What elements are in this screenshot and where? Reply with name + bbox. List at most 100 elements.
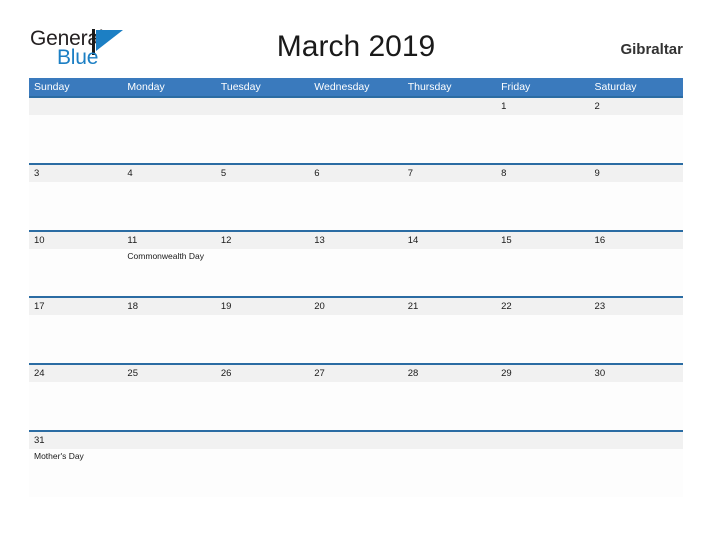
day-cell[interactable] — [309, 182, 402, 230]
day-cell[interactable] — [216, 115, 309, 163]
day-number[interactable]: 6 — [309, 165, 402, 182]
day-cell[interactable] — [216, 382, 309, 430]
day-number[interactable]: 16 — [590, 232, 683, 249]
day-cell[interactable] — [122, 315, 215, 363]
weekday-header-row: Sunday Monday Tuesday Wednesday Thursday… — [29, 78, 683, 96]
day-cell[interactable] — [590, 182, 683, 230]
day-cell[interactable] — [590, 249, 683, 297]
day-number[interactable] — [403, 98, 496, 115]
day-number[interactable]: 4 — [122, 165, 215, 182]
day-cell[interactable] — [29, 249, 122, 297]
day-cell[interactable] — [403, 382, 496, 430]
week-event-band — [29, 315, 683, 364]
day-cell[interactable]: Commonwealth Day — [122, 249, 215, 297]
day-number[interactable]: 28 — [403, 365, 496, 382]
day-number[interactable]: 9 — [590, 165, 683, 182]
day-cell[interactable] — [29, 182, 122, 230]
week-date-band: 10 11 12 13 14 15 16 — [29, 231, 683, 249]
day-cell[interactable] — [496, 115, 589, 163]
day-cell[interactable] — [216, 249, 309, 297]
day-number[interactable]: 22 — [496, 298, 589, 315]
day-cell[interactable] — [29, 382, 122, 430]
day-number[interactable]: 24 — [29, 365, 122, 382]
day-cell[interactable] — [122, 382, 215, 430]
week-row: 1 2 — [29, 96, 683, 163]
day-cell[interactable] — [590, 315, 683, 363]
day-number[interactable]: 14 — [403, 232, 496, 249]
day-cell[interactable] — [403, 249, 496, 297]
day-number[interactable]: 12 — [216, 232, 309, 249]
day-number[interactable]: 1 — [496, 98, 589, 115]
day-number[interactable]: 15 — [496, 232, 589, 249]
day-number[interactable]: 23 — [590, 298, 683, 315]
day-number[interactable]: 17 — [29, 298, 122, 315]
day-cell[interactable] — [590, 449, 683, 497]
day-cell[interactable] — [403, 115, 496, 163]
day-number[interactable]: 11 — [122, 232, 215, 249]
day-cell[interactable] — [122, 449, 215, 497]
day-number[interactable]: 19 — [216, 298, 309, 315]
day-cell[interactable] — [309, 449, 402, 497]
day-cell[interactable] — [496, 249, 589, 297]
week-row: 3 4 5 6 7 8 9 — [29, 162, 683, 230]
day-cell[interactable] — [590, 382, 683, 430]
day-number[interactable] — [122, 432, 215, 449]
day-number[interactable] — [29, 98, 122, 115]
day-number[interactable]: 29 — [496, 365, 589, 382]
day-number[interactable] — [309, 432, 402, 449]
day-number[interactable] — [403, 432, 496, 449]
locale-label: Gibraltar — [620, 41, 683, 58]
day-number[interactable]: 27 — [309, 365, 402, 382]
day-number[interactable]: 5 — [216, 165, 309, 182]
day-cell[interactable] — [309, 115, 402, 163]
day-number[interactable] — [122, 98, 215, 115]
day-number[interactable]: 21 — [403, 298, 496, 315]
day-number[interactable]: 30 — [590, 365, 683, 382]
day-number[interactable] — [216, 432, 309, 449]
day-number[interactable]: 26 — [216, 365, 309, 382]
weekday-wednesday: Wednesday — [314, 81, 370, 93]
event-label: Commonwealth Day — [127, 250, 204, 261]
day-cell[interactable] — [309, 315, 402, 363]
week-date-band: 3 4 5 6 7 8 9 — [29, 164, 683, 182]
day-cell[interactable] — [122, 182, 215, 230]
day-number[interactable]: 2 — [590, 98, 683, 115]
day-number[interactable]: 20 — [309, 298, 402, 315]
week-row: 24 25 26 27 28 29 30 — [29, 363, 683, 430]
day-number[interactable]: 13 — [309, 232, 402, 249]
day-number[interactable] — [496, 432, 589, 449]
day-cell[interactable] — [122, 115, 215, 163]
day-cell[interactable] — [309, 382, 402, 430]
week-event-band — [29, 382, 683, 430]
day-cell[interactable] — [496, 382, 589, 430]
day-cell[interactable] — [590, 115, 683, 163]
day-cell[interactable] — [403, 315, 496, 363]
day-number[interactable]: 3 — [29, 165, 122, 182]
day-cell[interactable] — [403, 182, 496, 230]
day-number[interactable] — [590, 432, 683, 449]
week-event-band: Commonwealth Day — [29, 248, 683, 297]
day-number[interactable]: 18 — [122, 298, 215, 315]
day-cell[interactable] — [309, 249, 402, 297]
day-number[interactable]: 25 — [122, 365, 215, 382]
week-event-band: Mother's Day — [29, 448, 683, 497]
day-cell[interactable] — [496, 182, 589, 230]
day-cell[interactable] — [496, 315, 589, 363]
day-cell[interactable] — [403, 449, 496, 497]
day-number[interactable]: 31 — [29, 432, 122, 449]
day-number[interactable] — [216, 98, 309, 115]
weekday-saturday: Saturday — [594, 81, 637, 93]
day-cell[interactable] — [216, 315, 309, 363]
day-cell[interactable] — [216, 449, 309, 497]
day-number[interactable]: 10 — [29, 232, 122, 249]
day-cell[interactable] — [29, 115, 122, 163]
day-number[interactable] — [309, 98, 402, 115]
day-cell[interactable] — [496, 449, 589, 497]
day-cell[interactable] — [29, 315, 122, 363]
day-cell[interactable]: Mother's Day — [29, 449, 122, 497]
day-number[interactable]: 7 — [403, 165, 496, 182]
day-cell[interactable] — [216, 182, 309, 230]
day-number[interactable]: 8 — [496, 165, 589, 182]
event-label: Mother's Day — [34, 450, 84, 461]
page-title: March 2019 — [276, 30, 436, 63]
